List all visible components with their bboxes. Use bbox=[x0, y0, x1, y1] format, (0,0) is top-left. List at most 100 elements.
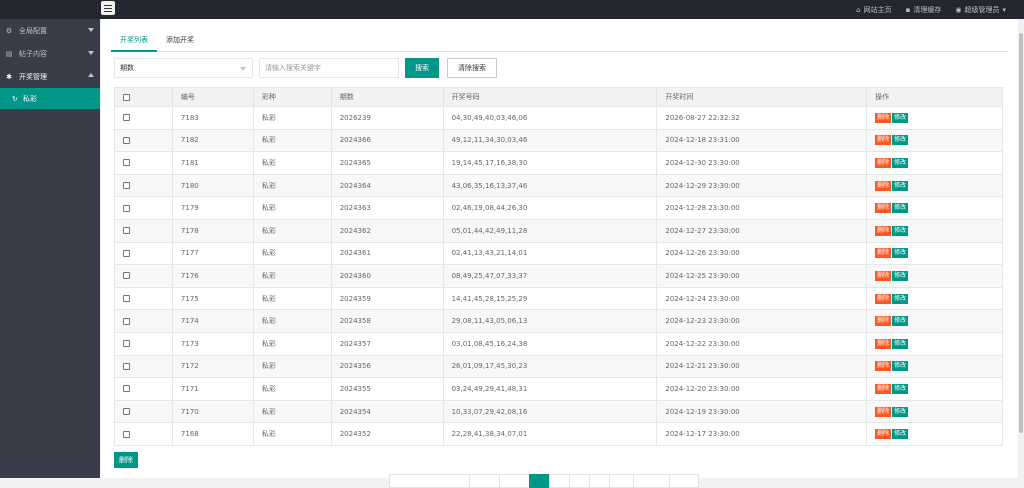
sidebar-item-global-config[interactable]: ⚙ 全局配置 bbox=[0, 19, 100, 42]
cell-type: 私彩 bbox=[252, 151, 332, 175]
cell-id: 7183 bbox=[171, 106, 254, 130]
page-prev[interactable] bbox=[389, 474, 469, 488]
site-home-link[interactable]: ⌂ 网站主页 bbox=[856, 5, 891, 15]
edit-button[interactable]: 修改 bbox=[892, 180, 909, 191]
delete-button[interactable]: 删除 bbox=[875, 248, 892, 259]
cell-period: 2024364 bbox=[330, 173, 444, 198]
cell-time: 2024-12-27 23:30:00 bbox=[656, 218, 868, 243]
delete-button[interactable]: 删除 bbox=[875, 180, 892, 191]
top-bar: ⌂ 网站主页 ▪ 清理缓存 ◉ 超级管理员 ▾ bbox=[0, 0, 1024, 19]
cell-id: 7181 bbox=[171, 151, 254, 175]
edit-button[interactable]: 修改 bbox=[892, 361, 909, 372]
cell-id: 7175 bbox=[171, 286, 254, 311]
edit-button[interactable]: 修改 bbox=[892, 270, 909, 281]
delete-button[interactable]: 删除 bbox=[875, 383, 892, 394]
table-row: 7170 私彩 2024354 10,33,07,29,42,08,16 2024-12… bbox=[114, 399, 1003, 424]
select-all-checkbox[interactable] bbox=[123, 93, 130, 101]
edit-button[interactable]: 修改 bbox=[892, 429, 909, 440]
row-checkbox[interactable] bbox=[123, 227, 130, 235]
sidebar-item-post-content[interactable]: ▤ 帖子内容 bbox=[0, 42, 100, 65]
cell-id: 7174 bbox=[171, 309, 254, 333]
edit-button[interactable]: 修改 bbox=[892, 338, 909, 349]
cell-actions: 删除 修改 bbox=[866, 422, 1003, 446]
sidebar-item-label: 开奖管理 bbox=[19, 72, 47, 81]
header-actions: 操作 bbox=[866, 87, 1003, 107]
tab-lottery-list[interactable]: 开奖列表 bbox=[111, 32, 157, 52]
row-checkbox[interactable] bbox=[123, 272, 130, 280]
row-checkbox[interactable] bbox=[123, 362, 130, 370]
row-checkbox[interactable] bbox=[123, 295, 130, 303]
cell-numbers: 14,41,45,28,15,25,29 bbox=[442, 286, 658, 311]
row-checkbox[interactable] bbox=[123, 136, 130, 144]
sidebar-item-label: 全局配置 bbox=[19, 26, 47, 35]
field-select[interactable]: 期数 bbox=[114, 58, 253, 78]
row-checkbox[interactable] bbox=[123, 182, 130, 190]
delete-button[interactable]: 删除 bbox=[875, 270, 892, 281]
clear-search-button[interactable]: 清除搜索 bbox=[447, 58, 497, 78]
page-item[interactable] bbox=[609, 474, 633, 488]
edit-button[interactable]: 修改 bbox=[892, 157, 909, 168]
cell-numbers: 04,30,49,40,03,46,06 bbox=[442, 106, 658, 130]
delete-button[interactable]: 删除 bbox=[875, 293, 892, 304]
page-item[interactable] bbox=[569, 474, 589, 488]
page-item[interactable] bbox=[589, 474, 609, 488]
bulk-delete-button[interactable]: 删除 bbox=[114, 452, 138, 468]
page-item[interactable] bbox=[549, 474, 569, 488]
cell-period: 2024360 bbox=[330, 264, 444, 288]
row-checkbox[interactable] bbox=[123, 159, 130, 167]
page-item[interactable] bbox=[633, 474, 669, 488]
delete-button[interactable]: 删除 bbox=[875, 225, 892, 236]
chevron-up-icon bbox=[88, 73, 94, 77]
delete-button[interactable]: 删除 bbox=[875, 338, 892, 349]
cell-actions: 删除 修改 bbox=[866, 377, 1003, 401]
scrollbar-thumb[interactable] bbox=[1019, 33, 1023, 433]
edit-button[interactable]: 修改 bbox=[892, 293, 909, 304]
edit-button[interactable]: 修改 bbox=[892, 406, 909, 417]
row-checkbox[interactable] bbox=[123, 249, 130, 257]
edit-button[interactable]: 修改 bbox=[892, 203, 909, 214]
cell-period: 2024362 bbox=[330, 218, 444, 243]
page-scrollbar[interactable] bbox=[1018, 19, 1024, 478]
row-checkbox[interactable] bbox=[123, 385, 130, 393]
page-item[interactable] bbox=[469, 474, 499, 488]
sidebar-subitem-private-lottery[interactable]: ↻ 私彩 bbox=[0, 88, 100, 109]
tab-add-lottery[interactable]: 添加开奖 bbox=[157, 32, 203, 52]
cell-id: 7171 bbox=[171, 377, 254, 401]
edit-button[interactable]: 修改 bbox=[892, 112, 909, 123]
cell-type: 私彩 bbox=[252, 218, 332, 243]
cell-time: 2024-12-22 23:30:00 bbox=[656, 331, 868, 356]
delete-button[interactable]: 删除 bbox=[875, 361, 892, 372]
page-next[interactable] bbox=[669, 474, 699, 488]
edit-button[interactable]: 修改 bbox=[892, 225, 909, 236]
edit-button[interactable]: 修改 bbox=[892, 248, 909, 259]
header-period: 期数 bbox=[330, 87, 444, 107]
edit-button[interactable]: 修改 bbox=[892, 135, 909, 146]
cell-period: 2024356 bbox=[330, 354, 444, 379]
row-checkbox[interactable] bbox=[123, 317, 130, 325]
sidebar-item-lottery-manage[interactable]: ✱ 开奖管理 bbox=[0, 65, 100, 88]
edit-button[interactable]: 修改 bbox=[892, 383, 909, 394]
cell-numbers: 03,24,49,29,41,48,31 bbox=[442, 377, 658, 401]
page-current[interactable] bbox=[529, 474, 549, 488]
clear-cache-link[interactable]: ▪ 清理缓存 bbox=[906, 5, 942, 15]
user-menu[interactable]: ◉ 超级管理员 ▾ bbox=[955, 5, 1006, 15]
row-checkbox[interactable] bbox=[123, 340, 130, 348]
search-input[interactable] bbox=[259, 58, 399, 78]
row-checkbox[interactable] bbox=[123, 430, 130, 438]
cell-time: 2024-12-17 23:30:00 bbox=[656, 422, 868, 446]
delete-button[interactable]: 删除 bbox=[875, 135, 892, 146]
search-button[interactable]: 搜索 bbox=[405, 58, 439, 78]
delete-button[interactable]: 删除 bbox=[875, 112, 892, 123]
delete-button[interactable]: 删除 bbox=[875, 429, 892, 440]
menu-toggle-icon[interactable] bbox=[101, 1, 115, 15]
row-checkbox[interactable] bbox=[123, 204, 130, 212]
cell-type: 私彩 bbox=[252, 106, 332, 130]
delete-button[interactable]: 删除 bbox=[875, 406, 892, 417]
row-checkbox[interactable] bbox=[123, 114, 130, 122]
row-checkbox[interactable] bbox=[123, 408, 130, 416]
delete-button[interactable]: 删除 bbox=[875, 316, 892, 327]
delete-button[interactable]: 删除 bbox=[875, 157, 892, 168]
delete-button[interactable]: 删除 bbox=[875, 203, 892, 214]
edit-button[interactable]: 修改 bbox=[892, 316, 909, 327]
page-item[interactable] bbox=[499, 474, 529, 488]
